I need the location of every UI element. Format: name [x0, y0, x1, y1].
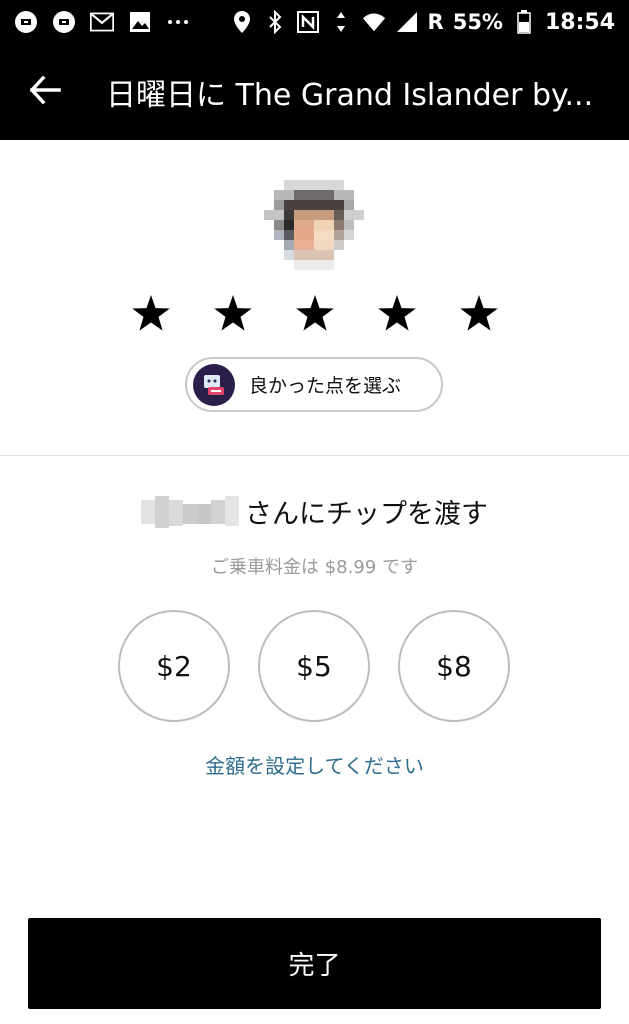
driver-name-redacted: [141, 494, 239, 530]
system-status: R 55% 18:54: [230, 10, 615, 35]
star-icon[interactable]: [294, 292, 336, 334]
location-icon: [230, 10, 254, 34]
nfc-icon: [296, 10, 320, 34]
tip-heading-text: さんにチップを渡す: [245, 499, 488, 530]
compliment-label: 良かった点を選ぶ: [249, 375, 402, 397]
uber-icon: [14, 10, 38, 34]
fare-note: ご乗車料金は $8.99 です: [211, 557, 418, 578]
status-bar: R 55% 18:54: [0, 0, 629, 44]
star-icon[interactable]: [376, 292, 418, 334]
image-icon: [128, 10, 152, 34]
data-arrows-icon: [329, 10, 353, 34]
star-icon[interactable]: [458, 292, 500, 334]
tip-option-8[interactable]: $8: [398, 610, 510, 722]
compliment-badge-icon: [193, 363, 235, 406]
notification-icons: [14, 10, 190, 34]
carrier-indicator: R: [427, 10, 444, 34]
gmail-icon: [90, 10, 114, 34]
bluetooth-icon: [263, 10, 287, 34]
battery-icon: [512, 10, 536, 34]
done-button[interactable]: 完了: [28, 918, 601, 1009]
tip-option-5[interactable]: $5: [258, 610, 370, 722]
section-divider: [0, 455, 629, 456]
tip-options: $2 $5 $8: [118, 610, 510, 722]
clock: 18:54: [544, 9, 615, 35]
signal-icon: [395, 10, 419, 34]
more-dots-icon: [166, 10, 190, 34]
uber-icon: [52, 10, 76, 34]
custom-amount-link[interactable]: 金額を設定してください: [0, 750, 629, 779]
page-title: 日曜日に The Grand Islander by...: [106, 78, 594, 113]
back-button[interactable]: [0, 44, 90, 140]
compliment-button[interactable]: 良かった点を選ぶ: [185, 357, 443, 412]
driver-avatar: [264, 180, 364, 270]
wifi-icon: [362, 10, 386, 34]
battery-percent: 55%: [452, 10, 503, 34]
app-bar: 日曜日に The Grand Islander by...: [0, 44, 629, 140]
star-icon[interactable]: [130, 292, 172, 334]
rating-stars: [130, 285, 500, 341]
arrow-left-icon: [29, 75, 61, 108]
tip-heading: さんにチップを渡す: [0, 492, 629, 531]
star-icon[interactable]: [212, 292, 254, 334]
tip-option-2[interactable]: $2: [118, 610, 230, 722]
